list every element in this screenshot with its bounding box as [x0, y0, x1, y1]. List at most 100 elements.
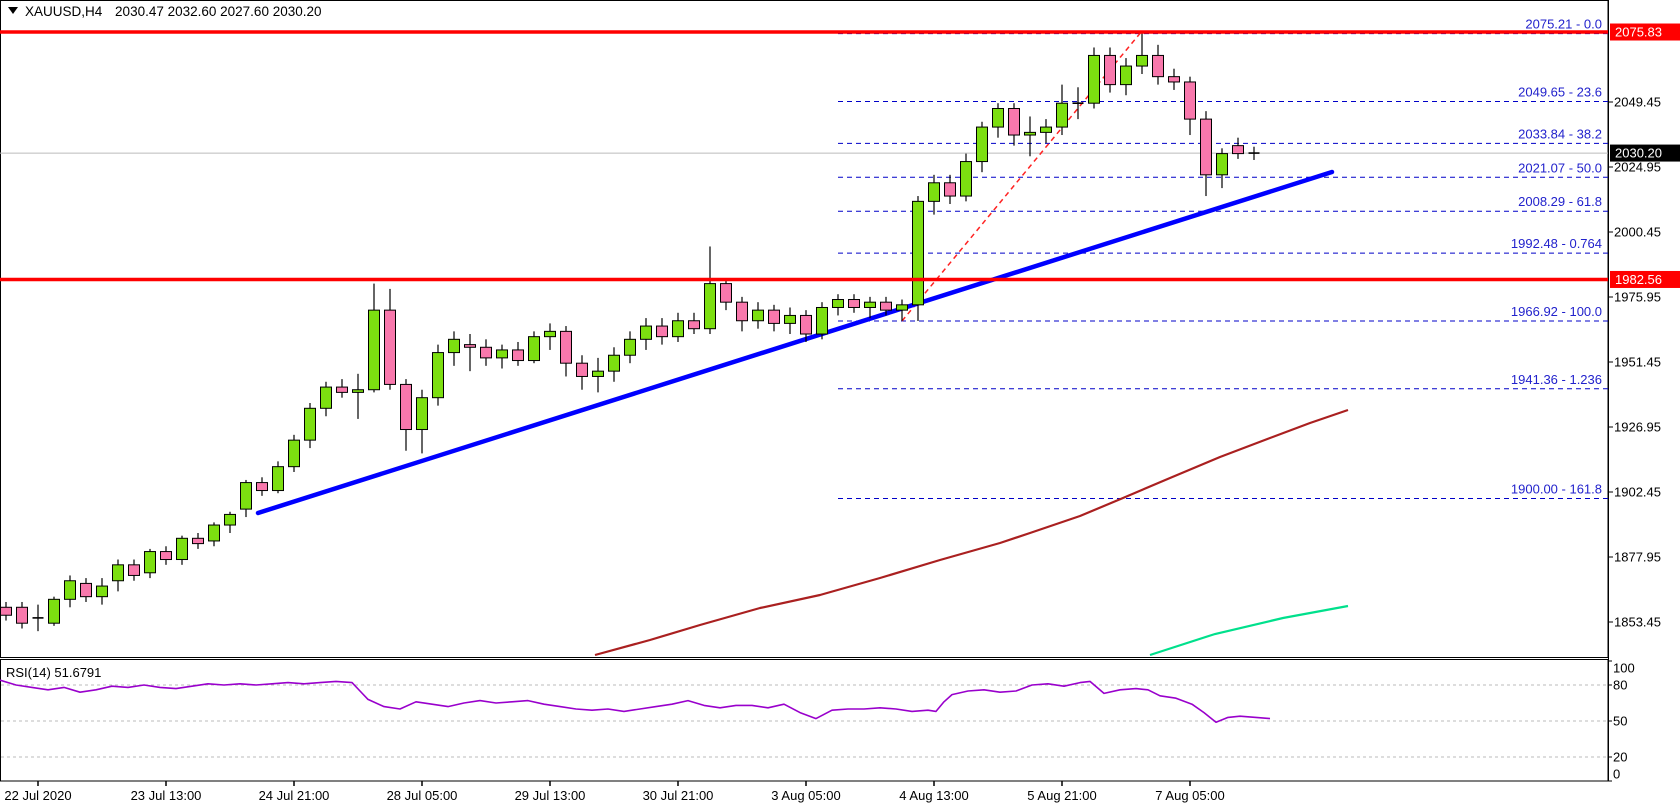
candle-body-bull — [785, 315, 796, 323]
candle-body-bull — [449, 339, 460, 352]
candle-body-bear — [17, 607, 28, 623]
price-tick-label: 2049.45 — [1614, 94, 1661, 109]
candle-body-bear — [561, 331, 572, 363]
candle — [49, 597, 60, 626]
candle-body-bull — [497, 350, 508, 358]
candle-body-bear — [769, 310, 780, 323]
candle-body-bear — [945, 183, 956, 196]
candle-body-bear — [1, 607, 12, 615]
title-ohlc-values: 2030.47 2032.60 2027.60 2030.20 — [115, 4, 321, 19]
price-tick-label: 2000.45 — [1614, 225, 1661, 240]
candle-body-bull — [145, 552, 156, 573]
price-tick-label: 1902.45 — [1614, 485, 1661, 500]
candle-body-bear — [801, 315, 812, 334]
rsi-scale-label: 100 — [1613, 661, 1635, 676]
candle-body-bear — [1153, 55, 1164, 76]
time-tick-label: 23 Jul 13:00 — [131, 788, 202, 803]
price-tick-label: 1877.95 — [1614, 550, 1661, 565]
candle-body-bear — [849, 300, 860, 308]
time-tick-label: 22 Jul 2020 — [4, 788, 71, 803]
fib-level-label: 1992.48 - 0.764 — [1511, 236, 1602, 251]
candle-body-bear — [1105, 55, 1116, 84]
candle-body-bear — [1185, 82, 1196, 119]
candle-body-bull — [625, 339, 636, 355]
price-badge-text: 2075.83 — [1615, 25, 1662, 40]
time-tick-label: 28 Jul 05:00 — [387, 788, 458, 803]
time-axis[interactable]: 22 Jul 2020 23 Jul 13:00 24 Jul 21:00 28 Ju… — [4, 781, 1224, 803]
candle-body-bull — [641, 326, 652, 339]
rsi-scale-label: 0 — [1613, 767, 1620, 782]
candle-body-bear — [193, 538, 204, 543]
chart-title: XAUUSD,H4 2030.47 2032.60 2027.60 2030.2… — [8, 4, 322, 19]
candle — [1089, 47, 1100, 108]
candle-body-bull — [993, 108, 1004, 127]
candle-body-bull — [705, 284, 716, 329]
candle-body-bull — [305, 408, 316, 440]
symbol-period-label: XAUUSD,H4 — [25, 4, 103, 19]
candle-body-bull — [241, 483, 252, 510]
candle-body-bull — [321, 387, 332, 408]
candle-body-bear — [385, 310, 396, 384]
candle-body-bull — [833, 300, 844, 308]
rsi-scale-label: 50 — [1613, 714, 1627, 729]
trading-terminal-chart-window: 2075.21 - 0.02049.65 - 23.62033.84 - 38.… — [0, 0, 1680, 807]
candle-body-bull — [1057, 103, 1068, 127]
svg-text:XAUUSD,H4 2030.47 20: XAUUSD,H4 2030.47 2032.60 2027.60 2030.2… — [25, 4, 322, 19]
time-tick-label: 5 Aug 21:00 — [1027, 788, 1096, 803]
candle-body-bear — [161, 552, 172, 560]
rsi-pane-border — [1, 660, 1609, 782]
candle-body-bear — [1201, 119, 1212, 175]
candle-body-bull — [1217, 154, 1228, 175]
candle-body-bear — [1169, 77, 1180, 82]
candle-body-bull — [961, 162, 972, 196]
candlestick-pane[interactable]: 2075.21 - 0.02049.65 - 23.62033.84 - 38.… — [0, 1, 1608, 658]
candle-body-bear — [1233, 146, 1244, 154]
fib-level-label: 2075.21 - 0.0 — [1525, 17, 1602, 32]
rsi-scale-label: 80 — [1613, 678, 1627, 693]
candle-body-bear — [129, 565, 140, 576]
candle-body-bull — [609, 355, 620, 371]
candle-body-bear — [401, 384, 412, 429]
candle-body-bull — [65, 581, 76, 600]
candle-body-bull — [369, 310, 380, 390]
fib-level-label: 2049.65 - 23.6 — [1518, 84, 1602, 99]
candle-body-bull — [289, 440, 300, 467]
price-badge-text: 2030.20 — [1615, 146, 1662, 161]
time-tick-label: 3 Aug 05:00 — [771, 788, 840, 803]
time-tick-label: 24 Jul 21:00 — [259, 788, 330, 803]
candle-body-bull — [913, 201, 924, 304]
candle-body-bull — [353, 390, 364, 393]
rsi-indicator-pane[interactable]: RSI(14) 51.6791 — [0, 660, 1608, 782]
candle-body-bull — [593, 371, 604, 376]
fib-level-label: 2008.29 - 61.8 — [1518, 194, 1602, 209]
candle-body-bear — [737, 302, 748, 321]
price-badge-text: 1982.56 — [1615, 272, 1662, 287]
candle-body-bull — [1025, 132, 1036, 135]
price-axis[interactable]: 2049.452024.952000.451975.951951.451926.… — [1608, 0, 1680, 782]
rsi-indicator-label: RSI(14) 51.6791 — [6, 665, 101, 680]
price-tick-label: 1951.45 — [1614, 355, 1661, 370]
candle-body-bull — [897, 305, 908, 310]
fib-level-label: 2021.07 - 50.0 — [1518, 160, 1602, 175]
rsi-scale-label: 20 — [1613, 750, 1627, 765]
candle-body-bull — [673, 321, 684, 337]
candle-body-bull — [753, 310, 764, 321]
candle-body-bull — [817, 307, 828, 334]
candle-body-bull — [977, 127, 988, 161]
candle-body-bull — [417, 398, 428, 430]
candle-body-bull — [865, 302, 876, 307]
time-tick-label: 30 Jul 21:00 — [643, 788, 714, 803]
candle-body-bear — [465, 345, 476, 348]
candle-body-bear — [513, 350, 524, 361]
candle-body-bear — [657, 326, 668, 337]
fib-level-label: 1966.92 - 100.0 — [1511, 304, 1602, 319]
candle-body-bull — [113, 565, 124, 581]
candle — [433, 345, 444, 406]
candle-body-bull — [1137, 55, 1148, 66]
candle-body-bear — [257, 483, 268, 491]
candle-body-bear — [881, 302, 892, 310]
candle-body-bull — [433, 353, 444, 398]
candle-body-bull — [225, 514, 236, 525]
candle-body-bear — [481, 347, 492, 358]
candle-body-bull — [545, 331, 556, 336]
